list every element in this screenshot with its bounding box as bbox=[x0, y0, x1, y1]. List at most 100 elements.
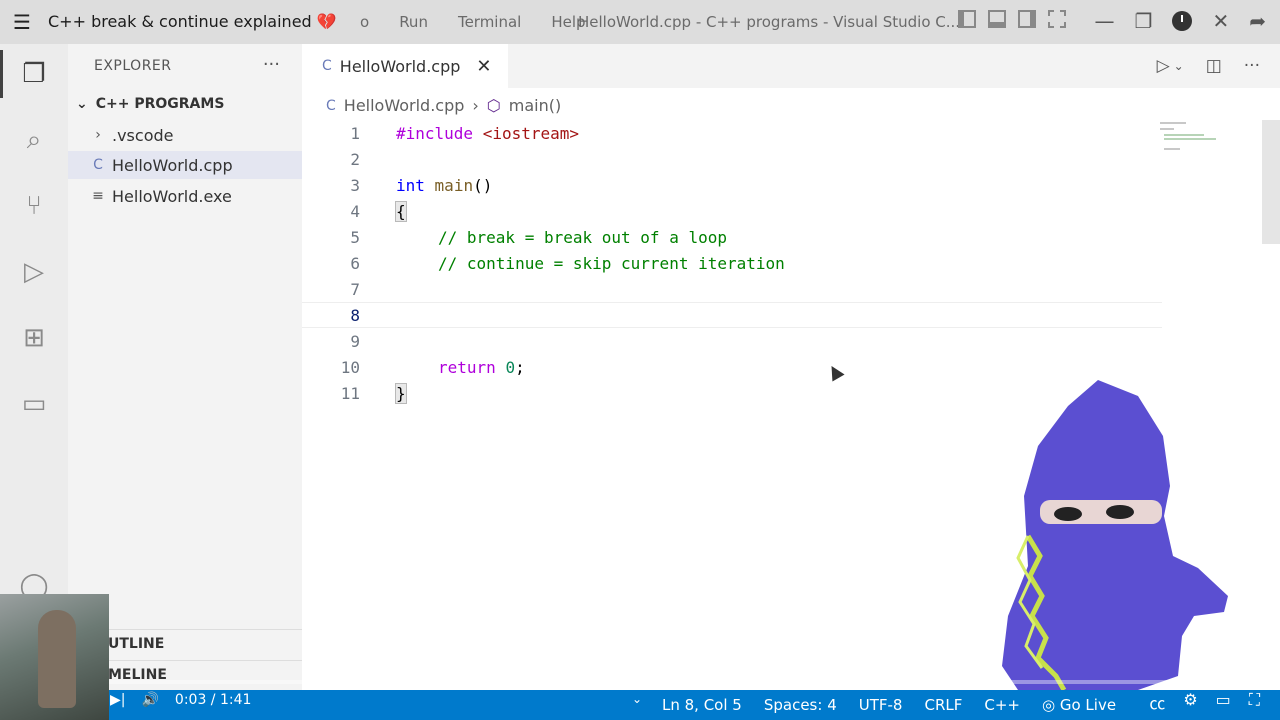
menu-item-run[interactable]: Run bbox=[399, 13, 428, 31]
line-number: 6 bbox=[350, 253, 360, 273]
chevron-down-icon[interactable]: ⌄ bbox=[1174, 56, 1184, 76]
comment-continue: // continue = skip current iteration bbox=[438, 253, 785, 273]
vertical-scrollbar[interactable] bbox=[1262, 120, 1280, 244]
video-progress-bar[interactable] bbox=[0, 680, 1280, 684]
menu-item-terminal[interactable]: Terminal bbox=[458, 13, 521, 31]
breadcrumb: C HelloWorld.cpp › ⬡ main() bbox=[326, 96, 561, 115]
code-line: 7 bbox=[302, 276, 1162, 302]
title-bar: ☰ C++ break & continue explained 💔 o Run… bbox=[0, 0, 1280, 44]
source-control-icon[interactable]: ⑂ bbox=[14, 186, 54, 226]
cpp-file-icon: C bbox=[93, 157, 103, 173]
share-icon[interactable]: ➦ bbox=[1249, 9, 1266, 33]
code-line: 1 #include <iostream> bbox=[302, 120, 1162, 146]
cast-icon[interactable]: ▭ bbox=[1216, 690, 1231, 714]
more-actions-icon[interactable]: ··· bbox=[1244, 56, 1260, 76]
line-number: 5 bbox=[350, 227, 360, 247]
minimap-line bbox=[1164, 138, 1216, 140]
folder-cpp-programs[interactable]: ⌄ C++ PROGRAMS bbox=[76, 96, 224, 112]
customize-layout-icon[interactable] bbox=[1048, 10, 1066, 28]
breadcrumb-separator: › bbox=[472, 96, 479, 115]
more-actions-icon[interactable]: ··· bbox=[263, 54, 280, 75]
fullscreen-icon[interactable]: ⛶ bbox=[1249, 690, 1260, 714]
line-number: 3 bbox=[350, 175, 360, 195]
settings-icon[interactable]: ⚙ bbox=[1183, 690, 1197, 714]
chevron-down-icon: ⌄ bbox=[76, 96, 88, 112]
tab-label: HelloWorld.cpp bbox=[339, 56, 461, 76]
folder-label: C++ PROGRAMS bbox=[95, 96, 225, 112]
video-title-text: C++ break & continue explained bbox=[48, 12, 312, 31]
line-number: 1 bbox=[350, 123, 360, 143]
toggle-secondary-sidebar-icon[interactable] bbox=[1018, 10, 1036, 28]
run-icon[interactable]: ▷ bbox=[1157, 56, 1170, 76]
restore-icon[interactable]: ❐ bbox=[1135, 9, 1153, 33]
split-editor-icon[interactable]: ◫ bbox=[1206, 56, 1222, 76]
toggle-panel-icon[interactable] bbox=[988, 10, 1006, 28]
line-number: 8 bbox=[350, 305, 360, 325]
minimap-line bbox=[1164, 148, 1180, 150]
window-controls: — ❐ ✕ ➦ bbox=[1095, 9, 1266, 33]
token-number: 0 bbox=[505, 357, 516, 377]
player-right-controls: ㏄ ⚙ ▭ ⛶ bbox=[1149, 690, 1260, 714]
video-title[interactable]: C++ break & continue explained 💔 bbox=[48, 12, 337, 31]
captions-icon[interactable]: ㏄ bbox=[1149, 690, 1165, 714]
breadcrumb-file[interactable]: HelloWorld.cpp bbox=[344, 96, 465, 115]
close-icon[interactable]: ✕ bbox=[1212, 9, 1229, 33]
code-line: 9 bbox=[302, 328, 1162, 354]
tree-item-vscode[interactable]: › .vscode bbox=[68, 121, 302, 149]
code-line: 6 // continue = skip current iteration bbox=[302, 250, 1162, 276]
tree-item-helloworld-cpp[interactable]: C HelloWorld.cpp bbox=[68, 151, 302, 179]
player-controls: ▶| 🔊 0:03 / 1:41 bbox=[110, 692, 251, 708]
next-icon[interactable]: ▶| bbox=[110, 692, 125, 708]
window-title: HelloWorld.cpp - C++ programs - Visual S… bbox=[578, 13, 961, 31]
line-number: 4 bbox=[350, 201, 360, 221]
code-line: 5 // break = break out of a loop bbox=[302, 224, 1162, 250]
file-lines-icon: ≡ bbox=[92, 188, 104, 204]
line-number: 2 bbox=[350, 149, 360, 169]
line-number: 11 bbox=[340, 383, 360, 403]
broken-heart-icon: 💔 bbox=[316, 12, 337, 31]
cpp-file-icon: C bbox=[322, 58, 332, 74]
current-line: 8 bbox=[302, 302, 1162, 328]
menu-bar: o Run Terminal Help bbox=[360, 13, 586, 31]
code-text: return 0; bbox=[438, 358, 525, 377]
watch-later-icon[interactable] bbox=[1172, 11, 1193, 31]
chevron-down-icon[interactable]: ⌄ bbox=[632, 692, 642, 706]
video-player-controls: ▶| 🔊 0:03 / 1:41 ⌄ ㏄ ⚙ ▭ ⛶ bbox=[0, 680, 1280, 720]
editor-actions: ▷ ⌄ ◫ ··· bbox=[1157, 56, 1260, 76]
explorer-icon[interactable]: ❐ bbox=[0, 50, 54, 98]
minimize-icon[interactable]: — bbox=[1095, 9, 1115, 33]
cube-icon: ⬡ bbox=[486, 96, 501, 115]
volume-icon[interactable]: 🔊 bbox=[141, 692, 158, 708]
line-number: 10 bbox=[340, 357, 360, 377]
run-debug-icon[interactable]: ▷ bbox=[14, 252, 54, 292]
minimap-line bbox=[1164, 134, 1204, 136]
token-function: main bbox=[434, 175, 474, 195]
menu-icon[interactable]: ☰ bbox=[0, 10, 44, 34]
breadcrumb-symbol[interactable]: main() bbox=[509, 96, 561, 115]
code-line: 3 int main() bbox=[302, 172, 1162, 198]
extensions-icon[interactable]: ⊞ bbox=[14, 318, 54, 358]
webcam-overlay bbox=[0, 594, 109, 720]
tab-bar: C HelloWorld.cpp ✕ ▷ ⌄ ◫ ··· bbox=[302, 44, 1280, 88]
minimap-line bbox=[1160, 128, 1174, 130]
token-parens: () bbox=[473, 175, 493, 195]
chevron-right-icon: › bbox=[95, 127, 101, 143]
video-time: 0:03 / 1:41 bbox=[174, 692, 252, 708]
hooded-avatar-icon bbox=[1002, 380, 1228, 690]
close-brace: } bbox=[395, 382, 407, 404]
toggle-sidebar-icon[interactable] bbox=[958, 10, 976, 28]
search-icon[interactable]: ⌕ bbox=[14, 120, 54, 160]
webcam-person bbox=[38, 610, 76, 708]
tree-item-helloworld-exe[interactable]: ≡ HelloWorld.exe bbox=[68, 182, 302, 210]
tree-item-label: HelloWorld.exe bbox=[112, 186, 232, 206]
minimap[interactable] bbox=[1154, 120, 1264, 160]
cpp-file-icon: C bbox=[326, 97, 336, 114]
code-text: #include <iostream> bbox=[396, 124, 579, 143]
code-line: 2 bbox=[302, 146, 1162, 172]
close-tab-icon[interactable]: ✕ bbox=[476, 56, 491, 77]
remote-explorer-icon[interactable]: ▭ bbox=[14, 384, 54, 424]
menu-item-go[interactable]: o bbox=[360, 13, 369, 31]
tab-helloworld-cpp[interactable]: C HelloWorld.cpp ✕ bbox=[302, 44, 508, 88]
tree-item-label: .vscode bbox=[112, 125, 174, 145]
line-number: 9 bbox=[350, 331, 360, 351]
